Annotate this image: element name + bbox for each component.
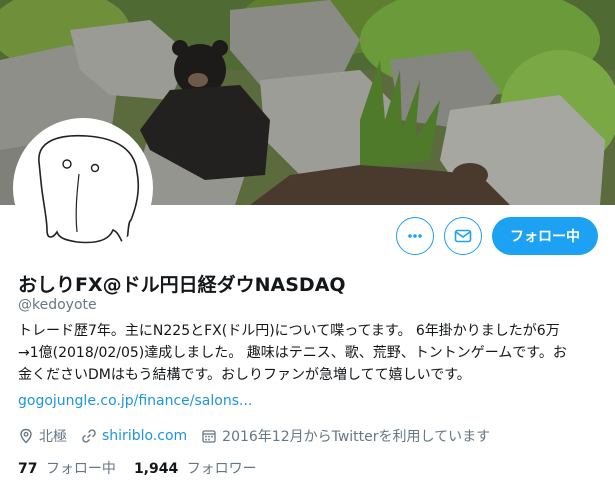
- follow-stats: 77 フォロー中 1,944 フォロワー: [18, 458, 275, 478]
- followers-count[interactable]: 1,944 フォロワー: [134, 458, 257, 478]
- website: shiriblo.com: [81, 428, 187, 444]
- more-button[interactable]: [396, 217, 434, 255]
- following-count[interactable]: 77 フォロー中: [18, 458, 116, 478]
- profile-name: おしりFX@ドル円日経ダウNASDAQ: [18, 274, 346, 296]
- profile-meta: 北極 shiriblo.com 2016年12月からTwitterを利用していま…: [18, 426, 504, 446]
- envelope-icon: [454, 229, 472, 243]
- followers-label: フォロワー: [186, 461, 257, 477]
- message-button[interactable]: [444, 217, 482, 255]
- avatar-drawing: [17, 122, 149, 254]
- website-link[interactable]: shiriblo.com: [102, 428, 187, 444]
- location-text: 北極: [39, 429, 67, 445]
- bio-line: →1億(2018/02/05)達成しました。 趣味はテニス、歌、荒野、トントンゲ…: [18, 345, 567, 361]
- profile-actions: フォロー中: [396, 217, 598, 255]
- more-icon: [408, 234, 422, 238]
- bio-line: トレード歴7年。主にN225とFX(ドル円)について喋ってます。 6年掛かりまし…: [18, 323, 560, 339]
- location: 北極: [18, 426, 67, 446]
- join-date: 2016年12月からTwitterを利用しています: [201, 426, 490, 446]
- following-label: フォロー中: [45, 461, 116, 477]
- link-icon: [82, 429, 96, 443]
- bio-link[interactable]: gogojungle.co.jp/finance/salons...: [18, 393, 252, 409]
- calendar-icon: [202, 430, 216, 443]
- following-number: 77: [18, 461, 38, 477]
- join-date-text: 2016年12月からTwitterを利用しています: [222, 429, 491, 445]
- location-pin-icon: [20, 428, 32, 444]
- followers-number: 1,944: [133, 461, 179, 477]
- profile-handle[interactable]: @kedoyote: [18, 297, 97, 313]
- following-button[interactable]: フォロー中: [492, 217, 598, 255]
- profile-avatar[interactable]: [13, 118, 153, 258]
- bio-line: 金くださいDMはもう結構です。おしりファンが急増してて嬉しいです。: [18, 367, 471, 383]
- profile-bio: トレード歴7年。主にN225とFX(ドル円)について喋ってます。 6年掛かりまし…: [18, 320, 603, 386]
